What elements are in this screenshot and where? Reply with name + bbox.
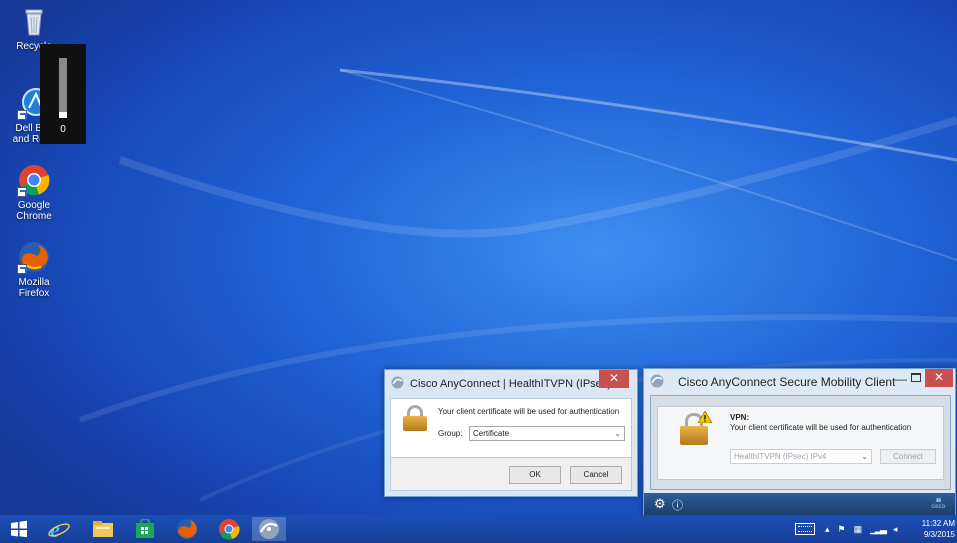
clock-time: 11:32 AM [921,519,955,528]
group-select-value: Certificate [473,429,510,438]
recycle-bin-icon [17,4,51,38]
taskbar-anyconnect[interactable] [252,517,286,541]
chevron-down-icon: ⌄ [614,429,621,438]
close-icon: ✕ [608,371,620,385]
desktop-icon-chrome[interactable]: Google Chrome [4,163,64,222]
maximize-button[interactable] [911,373,921,382]
anyconnect-icon [650,374,664,391]
dialog-title: Cisco AnyConnect | HealthITVPN (IPsec) I… [410,378,627,390]
signal-icon[interactable]: ▁▂▃ [870,524,887,535]
taskbar: e ▴ ⚑ ▦ ▁▂▃ ◂ 11:32 AM 9/3/2015 [0,515,957,543]
lock-warning-icon [680,411,712,445]
internet-explorer-icon: e [48,518,70,540]
network-icon[interactable]: ▦ [854,524,863,535]
connection-select[interactable]: HealthITVPN (IPsec) IPv4 ⌄ [730,449,872,464]
close-icon: ✕ [933,370,945,384]
close-button[interactable]: ✕ [599,370,629,388]
dialog-footer: OK Cancel [390,458,632,491]
chevron-down-icon: ⌄ [861,452,868,461]
vpn-message: Your client certificate will be used for… [730,423,912,432]
client-title: Cisco AnyConnect Secure Mobility Client [678,375,896,389]
anyconnect-icon [391,376,404,392]
vpn-section: VPN: Your client certificate will be use… [657,406,944,480]
connect-button[interactable]: Connect [880,449,936,464]
anyconnect-icon [259,519,279,539]
desktop: Recycle Dell Bac and Reco Google Chrome [0,0,957,515]
anyconnect-client-window: Cisco AnyConnect Secure Mobility Client … [643,368,956,515]
flag-icon[interactable]: ⚑ [838,524,846,535]
ok-button[interactable]: OK [509,466,561,484]
cisco-logo: ıılıılıı cisco [931,498,945,510]
speaker-icon[interactable]: ◂ [893,524,898,535]
volume-value: 0 [60,124,66,135]
desktop-icon-label: Google [17,200,51,211]
firefox-icon [177,519,197,539]
desktop-icon-label: Mozilla [18,277,50,288]
dialog-titlebar[interactable]: Cisco AnyConnect | HealthITVPN (IPsec) I… [385,370,637,398]
store-icon [136,519,154,538]
keyboard-icon[interactable] [795,523,815,535]
svg-text:e: e [50,518,60,540]
start-button[interactable] [2,517,36,541]
chevron-up-icon[interactable]: ▴ [825,524,830,535]
close-button[interactable]: ✕ [925,369,953,387]
taskbar-internet-explorer[interactable]: e [42,517,76,541]
warning-icon [698,411,712,423]
chrome-icon [219,519,240,540]
vpn-panel: VPN: Your client certificate will be use… [650,395,951,490]
info-icon[interactable]: ⓘ [672,497,683,513]
file-explorer-icon [93,521,113,537]
taskbar-firefox[interactable] [170,517,204,541]
taskbar-clock[interactable]: 11:32 AM 9/3/2015 [922,518,955,540]
minimize-button[interactable]: — [895,372,907,386]
volume-level-fill [59,112,67,118]
system-tray: ▴ ⚑ ▦ ▁▂▃ ◂ [795,515,897,543]
authentication-dialog: Cisco AnyConnect | HealthITVPN (IPsec) I… [384,369,638,497]
desktop-icon-label: Firefox [18,288,50,299]
taskbar-file-explorer[interactable] [86,517,120,541]
start-icon [11,520,27,538]
desktop-icon-label: Chrome [16,211,52,222]
volume-slider[interactable] [59,58,67,118]
vpn-label: VPN: [730,413,750,422]
chrome-icon [17,163,51,197]
lock-icon [403,405,427,431]
desktop-icon-firefox[interactable]: Mozilla Firefox [4,240,64,299]
cancel-button[interactable]: Cancel [570,466,622,484]
firefox-icon [17,240,51,274]
group-label: Group: [438,429,463,438]
minimize-icon: — [895,372,907,386]
connection-select-value: HealthITVPN (IPsec) IPv4 [734,452,827,461]
dialog-body: Your client certificate will be used for… [390,398,632,458]
taskbar-chrome[interactable] [212,517,246,541]
clock-date: 9/3/2015 [923,530,955,539]
client-titlebar[interactable]: Cisco AnyConnect Secure Mobility Client … [644,369,955,395]
taskbar-store[interactable] [128,517,162,541]
auth-message: Your client certificate will be used for… [438,407,620,416]
volume-indicator[interactable]: 0 [40,44,86,144]
group-select[interactable]: Certificate ⌄ [469,426,625,441]
client-status-bar: ⚙ ⓘ ıılıılıı cisco [644,493,955,515]
gear-icon[interactable]: ⚙ [654,496,666,512]
